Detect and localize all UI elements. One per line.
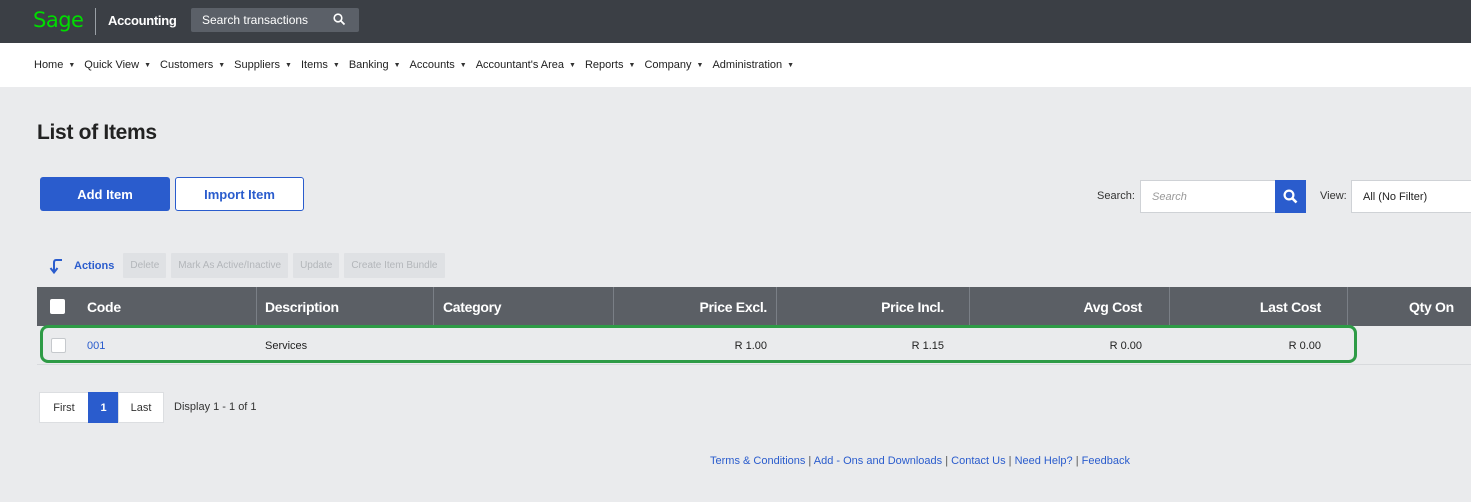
terms-conditions-link[interactable]: Terms & Conditions xyxy=(710,455,805,467)
main-nav: Home ▼ Quick View ▼ Customers ▼ Suppliers ▼ … xyxy=(0,43,1471,87)
nav-label: Quick View xyxy=(84,59,140,71)
nav-label: Customers xyxy=(160,59,214,71)
addons-downloads-link[interactable]: Add - Ons and Downloads xyxy=(814,455,942,467)
column-header-price-incl[interactable]: Price Incl. xyxy=(776,287,944,326)
caret-down-icon: ▼ xyxy=(285,61,292,69)
nav-administration[interactable]: Administration ▼ xyxy=(712,59,794,71)
nav-suppliers[interactable]: Suppliers ▼ xyxy=(234,59,292,71)
caret-down-icon: ▼ xyxy=(628,61,636,69)
feedback-link[interactable]: Feedback xyxy=(1082,455,1130,467)
nav-home[interactable]: Home ▼ xyxy=(34,59,75,71)
nav-company[interactable]: Company ▼ xyxy=(644,59,703,71)
column-divider xyxy=(1347,287,1348,326)
need-help-link[interactable]: Need Help? xyxy=(1015,455,1073,467)
column-header-qty-on[interactable]: Qty On xyxy=(1409,287,1454,326)
column-divider xyxy=(256,287,257,326)
pagination-info: Display 1 - 1 of 1 xyxy=(174,401,257,413)
first-page-button[interactable]: First xyxy=(39,392,89,423)
search-label: Search: xyxy=(1097,190,1135,202)
nav-label: Banking xyxy=(348,59,389,71)
column-header-price-excl[interactable]: Price Excl. xyxy=(613,287,767,326)
nav-reports[interactable]: Reports ▼ xyxy=(585,59,635,71)
caret-down-icon: ▼ xyxy=(332,61,340,69)
caret-down-icon: ▼ xyxy=(218,61,226,69)
view-filter-select[interactable]: All (No Filter) xyxy=(1351,180,1471,213)
caret-down-icon: ▼ xyxy=(569,61,576,69)
create-item-bundle-button[interactable]: Create Item Bundle xyxy=(344,253,445,278)
search-icon xyxy=(1283,189,1298,204)
select-all-checkbox[interactable] xyxy=(50,299,65,314)
mark-active-inactive-button[interactable]: Mark As Active/Inactive xyxy=(171,253,289,278)
nav-quick-view[interactable]: Quick View ▼ xyxy=(84,59,151,71)
footer-separator: | xyxy=(1005,455,1015,467)
add-item-button[interactable]: Add Item xyxy=(40,177,170,211)
update-button[interactable]: Update xyxy=(293,253,340,278)
contact-us-link[interactable]: Contact Us xyxy=(951,455,1005,467)
search-icon[interactable] xyxy=(333,13,346,26)
column-header-avg-cost[interactable]: Avg Cost xyxy=(969,287,1142,326)
column-header-description[interactable]: Description xyxy=(265,287,339,326)
last-page-button[interactable]: Last xyxy=(118,392,164,423)
footer-separator: | xyxy=(1072,455,1082,467)
view-label: View: xyxy=(1320,190,1347,202)
search-button[interactable] xyxy=(1275,180,1306,213)
table-header: Code Description Category Price Excl. Pr… xyxy=(37,287,1471,326)
import-item-button[interactable]: Import Item xyxy=(175,177,304,211)
page-1-button[interactable]: 1 xyxy=(88,392,119,423)
caret-down-icon: ▼ xyxy=(787,61,795,69)
nav-label: Accountant's Area xyxy=(475,59,565,71)
footer-separator: | xyxy=(805,455,814,467)
nav-label: Administration xyxy=(712,59,783,71)
nav-label: Home xyxy=(34,59,64,71)
logo-divider xyxy=(95,8,96,35)
top-bar: Sage Accounting Search transactions xyxy=(0,0,1471,43)
global-search-placeholder: Search transactions xyxy=(202,13,309,27)
actions-label[interactable]: Actions xyxy=(74,260,114,272)
nav-label: Suppliers xyxy=(234,59,281,71)
column-divider xyxy=(433,287,434,326)
nav-label: Items xyxy=(300,59,328,71)
nav-label: Reports xyxy=(584,59,624,71)
delete-button[interactable]: Delete xyxy=(123,253,167,278)
nav-label: Accounts xyxy=(409,59,455,71)
caret-down-icon: ▼ xyxy=(144,61,152,69)
nav-accountants-area[interactable]: Accountant's Area ▼ xyxy=(476,59,576,71)
curved-arrow-down-icon xyxy=(49,256,69,276)
row-highlight-outline xyxy=(40,325,1357,363)
actions-toolbar: Actions Delete Mark As Active/Inactive U… xyxy=(49,253,450,278)
pagination: First 1 Last xyxy=(39,392,164,423)
search-input[interactable]: Search xyxy=(1140,180,1275,213)
caret-down-icon: ▼ xyxy=(459,61,467,69)
caret-down-icon: ▼ xyxy=(393,61,401,69)
caret-down-icon: ▼ xyxy=(68,61,76,69)
sage-logo[interactable]: Sage xyxy=(33,8,84,32)
nav-label: Company xyxy=(644,59,692,71)
caret-down-icon: ▼ xyxy=(696,61,704,69)
nav-customers[interactable]: Customers ▼ xyxy=(160,59,225,71)
page-title: List of Items xyxy=(37,121,157,144)
footer-separator: | xyxy=(942,455,952,467)
product-name: Accounting xyxy=(108,13,177,28)
column-header-code[interactable]: Code xyxy=(87,287,121,326)
nav-banking[interactable]: Banking ▼ xyxy=(349,59,401,71)
column-header-category[interactable]: Category xyxy=(443,287,502,326)
column-header-last-cost[interactable]: Last Cost xyxy=(1169,287,1321,326)
nav-items[interactable]: Items ▼ xyxy=(301,59,340,71)
footer-links: Terms & Conditions | Add - Ons and Downl… xyxy=(710,455,1130,467)
global-search-input[interactable]: Search transactions xyxy=(191,8,359,32)
nav-accounts[interactable]: Accounts ▼ xyxy=(410,59,467,71)
